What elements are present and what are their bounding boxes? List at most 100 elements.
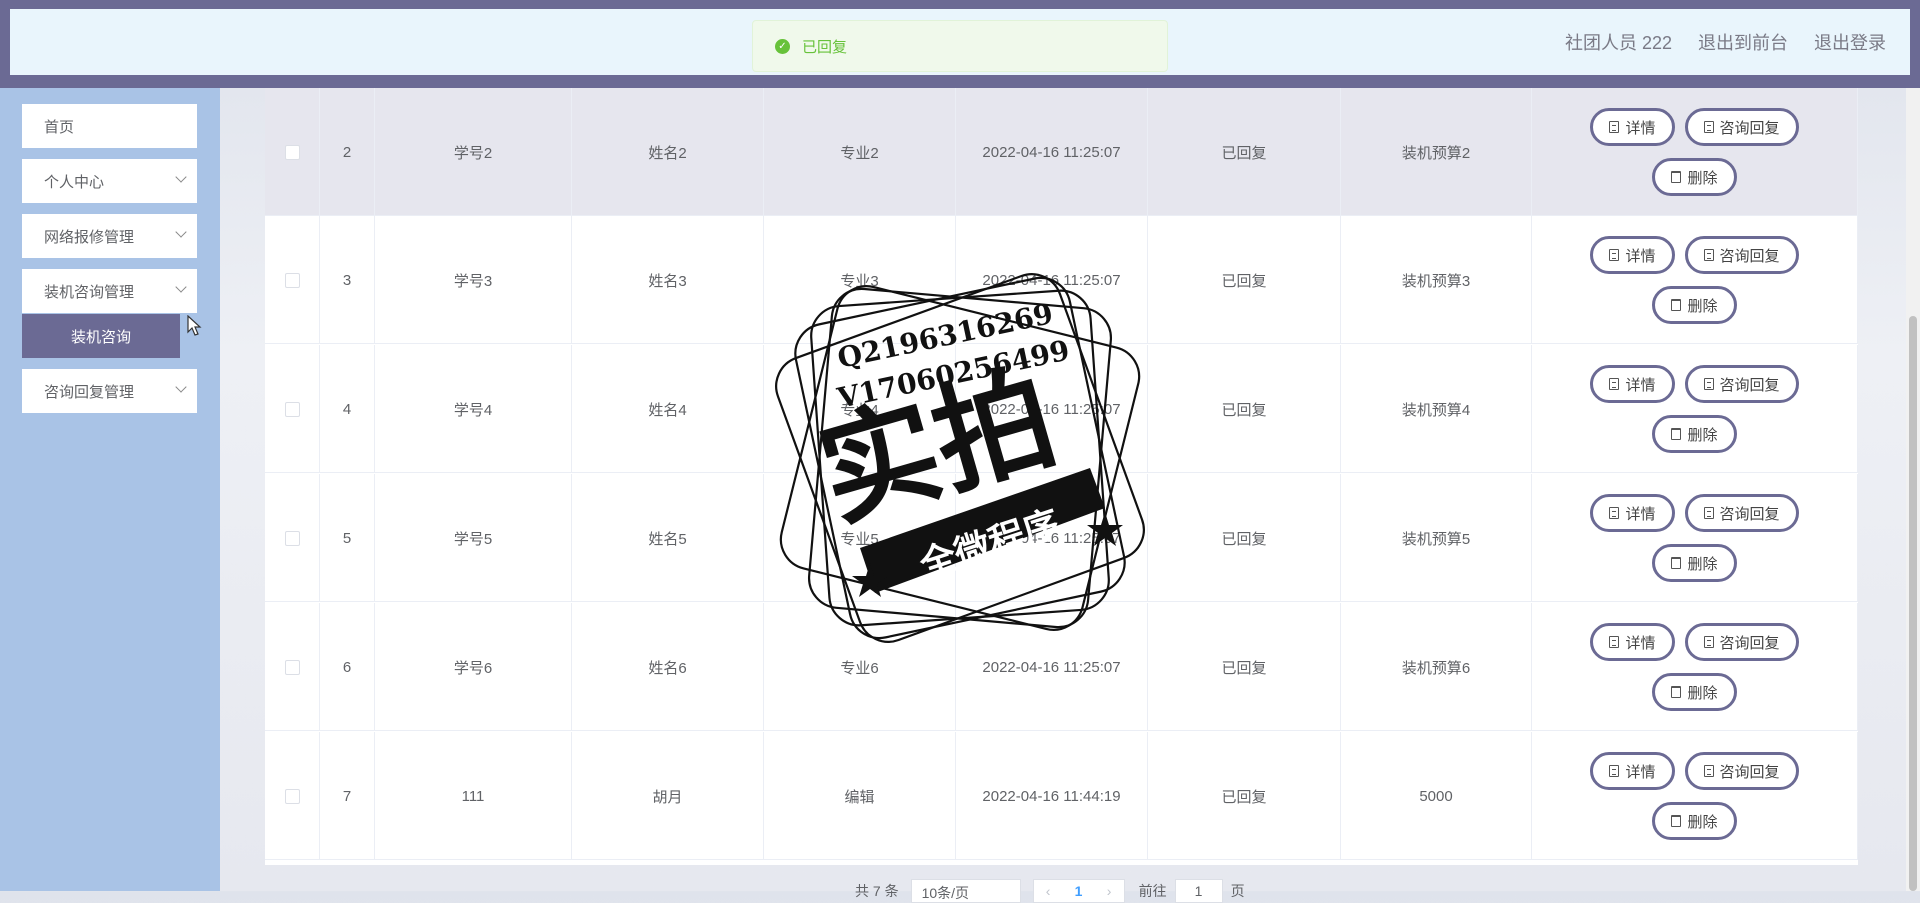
sidebar-subitem-install-consult[interactable]: 装机咨询 (22, 314, 180, 358)
button-label: 删除 (1687, 297, 1718, 315)
button-label: 详情 (1625, 763, 1656, 781)
cell-time: 2022-04-16 11:25:07 (956, 603, 1148, 731)
detail-button[interactable]: 详情 (1590, 494, 1675, 532)
row-select-cell (265, 603, 320, 731)
prev-page-icon[interactable]: ‹ (1046, 883, 1051, 899)
sidebar-item-personal-center[interactable]: 个人中心 (22, 159, 197, 203)
row-actions-line: 详情 咨询回复 (1590, 494, 1799, 532)
back-to-front-link[interactable]: 退出到前台 (1698, 29, 1788, 55)
document-icon (1609, 378, 1620, 390)
delete-button[interactable]: 删除 (1652, 286, 1737, 324)
table-row[interactable]: 2 学号2 姓名2 专业2 2022-04-16 11:25:07 已回复 装机预算2 详情 咨… (265, 88, 1858, 216)
cell-index: 2 (320, 88, 375, 216)
row-checkbox[interactable] (284, 530, 300, 546)
button-label: 详情 (1625, 376, 1656, 394)
table-row[interactable]: 4 学号4 姓名4 专业4 2022-04-16 11:25:07 已回复 装机预算4 详情 咨… (265, 345, 1858, 473)
cell-time: 2022-04-16 11:25:07 (956, 216, 1148, 344)
row-actions-line: 删除 (1652, 158, 1737, 196)
delete-button[interactable]: 删除 (1652, 673, 1737, 711)
button-label: 咨询回复 (1719, 505, 1780, 523)
detail-button[interactable]: 详情 (1590, 752, 1675, 790)
reply-button[interactable]: 咨询回复 (1684, 752, 1799, 790)
cell-status: 已回复 (1148, 345, 1341, 473)
reply-button[interactable]: 咨询回复 (1684, 365, 1799, 403)
cell-major: 专业2 (764, 88, 956, 216)
table-row[interactable]: 3 学号3 姓名3 专业3 2022-04-16 11:25:07 已回复 装机预算3 详情 咨… (265, 216, 1858, 344)
document-icon (1703, 507, 1714, 519)
row-actions: 详情 咨询回复 删除 (1532, 88, 1858, 216)
page-scrollbar[interactable] (1906, 88, 1920, 891)
document-icon (1609, 636, 1620, 648)
document-icon (1703, 378, 1714, 390)
trash-icon (1671, 171, 1682, 183)
header-actions: 社团人员 222 退出到前台 退出登录 (1565, 9, 1886, 75)
row-checkbox[interactable] (284, 788, 300, 804)
page-size-select[interactable]: 10条/页 (910, 879, 1021, 903)
cell-time: 2022-04-16 11:25:07 (956, 88, 1148, 216)
next-page-icon[interactable]: › (1107, 883, 1112, 899)
cell-major: 专业5 (764, 474, 956, 602)
row-checkbox[interactable] (284, 659, 300, 675)
table-row[interactable]: 5 学号5 姓名5 专业5 2022-04-16 11:25:07 已回复 装机预算5 详情 咨… (265, 474, 1858, 602)
document-icon (1703, 121, 1714, 133)
row-checkbox[interactable] (284, 401, 300, 417)
check-circle-icon: ✓ (775, 38, 790, 54)
chevron-down-icon (175, 171, 187, 183)
row-actions: 详情 咨询回复删除 (1532, 345, 1858, 473)
cell-index: 6 (320, 603, 375, 731)
document-icon (1609, 765, 1620, 777)
cell-budget: 装机预算4 (1341, 345, 1532, 473)
sidebar-item-install-consult-management[interactable]: 装机咨询管理 (22, 269, 197, 313)
row-actions: 详情 咨询回复删除 (1532, 603, 1858, 731)
row-checkbox[interactable] (284, 144, 300, 160)
reply-button[interactable]: 咨询回复 (1684, 494, 1799, 532)
pagination-total: 共 7 条 (855, 883, 899, 899)
button-label: 详情 (1625, 505, 1656, 523)
delete-button[interactable]: 删除 (1652, 158, 1737, 196)
delete-button[interactable]: 删除 (1652, 802, 1737, 840)
delete-button[interactable]: 删除 (1652, 415, 1737, 453)
sidebar-item-repair-management[interactable]: 网络报修管理 (22, 214, 197, 258)
row-actions: 详情 咨询回复删除 (1532, 474, 1858, 602)
cell-major: 编辑 (764, 732, 956, 860)
sidebar-subitem-label: 装机咨询 (70, 328, 131, 346)
button-label: 咨询回复 (1719, 376, 1780, 394)
sidebar-item-reply-management[interactable]: 咨询回复管理 (22, 369, 197, 413)
cell-name: 姓名5 (572, 474, 764, 602)
row-actions-line: 详情 咨询回复 (1590, 108, 1799, 146)
detail-button[interactable]: 详情 (1590, 365, 1675, 403)
current-page[interactable]: 1 (1075, 883, 1083, 899)
reply-button[interactable]: 咨询回复 (1684, 623, 1799, 661)
document-icon (1609, 249, 1620, 261)
cell-major: 专业4 (764, 345, 956, 473)
table-row[interactable]: 7 111 胡月 编辑 2022-04-16 11:44:19 已回复 5000 详情 咨询回复… (265, 732, 1858, 860)
button-label: 咨询回复 (1719, 247, 1780, 265)
row-checkbox[interactable] (284, 272, 300, 288)
goto-page-input[interactable]: 1 (1174, 879, 1223, 903)
cell-name: 胡月 (572, 732, 764, 860)
button-label: 详情 (1625, 247, 1656, 265)
detail-button[interactable]: 详情 (1590, 236, 1675, 274)
row-actions-line: 删除 (1652, 673, 1737, 711)
sidebar-item-home[interactable]: 首页 (22, 104, 197, 148)
cell-index: 7 (320, 732, 375, 860)
reply-button[interactable]: 咨询回复 (1684, 236, 1799, 274)
cell-time: 2022-04-16 11:44:19 (956, 732, 1148, 860)
table-row[interactable]: 6 学号6 姓名6 专业6 2022-04-16 11:25:07 已回复 装机预算6 详情 咨… (265, 603, 1858, 731)
cell-sid: 学号4 (375, 345, 572, 473)
delete-button[interactable]: 删除 (1652, 544, 1737, 582)
logout-link[interactable]: 退出登录 (1814, 29, 1886, 55)
detail-button[interactable]: 详情 (1590, 623, 1675, 661)
mouse-pointer-icon (187, 315, 202, 336)
cell-sid: 学号5 (375, 474, 572, 602)
detail-button[interactable]: 详情 (1590, 108, 1675, 146)
scrollbar-thumb[interactable] (1909, 316, 1917, 891)
reply-button[interactable]: 咨询回复 (1684, 108, 1799, 146)
sidebar-item-label: 咨询回复管理 (44, 383, 135, 401)
pagination: 共 7 条 10条/页 ‹ 1 › 前往 1 页 (855, 879, 1245, 903)
chevron-down-icon (175, 281, 187, 293)
button-label: 删除 (1687, 426, 1718, 444)
sidebar-item-label: 网络报修管理 (44, 228, 135, 246)
row-actions-line: 详情 咨询回复 (1590, 236, 1799, 274)
button-label: 详情 (1625, 634, 1656, 652)
